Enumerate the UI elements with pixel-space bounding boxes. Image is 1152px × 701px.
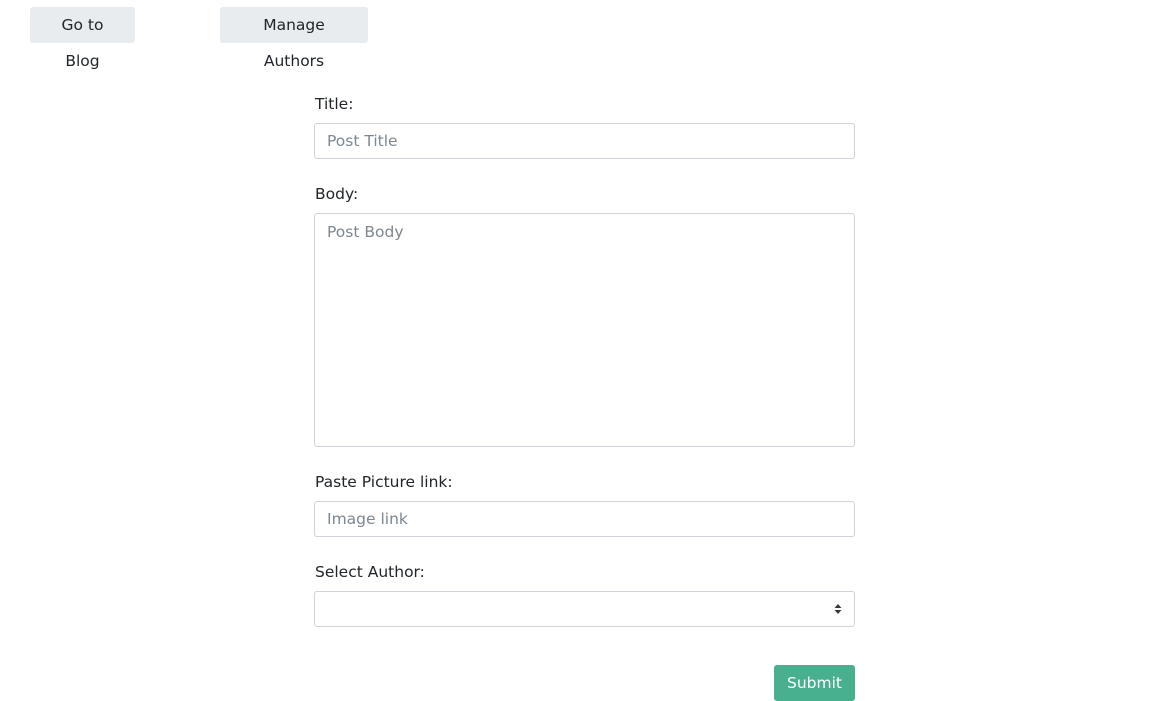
image-link-group: Paste Picture link: — [314, 471, 855, 537]
body-textarea[interactable] — [314, 213, 855, 447]
image-link-input[interactable] — [314, 501, 855, 537]
manage-authors-button[interactable]: Manage Authors — [220, 7, 368, 70]
body-label: Body: — [315, 185, 359, 203]
new-post-form: Title: Body: Paste Picture link: Select … — [314, 93, 855, 701]
body-group: Body: — [314, 183, 855, 447]
author-select[interactable] — [314, 591, 855, 627]
author-select-value[interactable] — [314, 591, 855, 627]
title-input[interactable] — [314, 123, 855, 159]
image-link-label: Paste Picture link: — [315, 473, 453, 491]
go-to-blog-button[interactable]: Go to Blog — [30, 7, 135, 70]
author-group: Select Author: — [314, 561, 855, 627]
select-caret-icon — [834, 604, 842, 614]
top-navigation: Go to Blog Manage Authors — [0, 7, 1152, 70]
title-label: Title: — [315, 95, 354, 113]
title-group: Title: — [314, 93, 855, 159]
author-label: Select Author: — [315, 563, 425, 581]
